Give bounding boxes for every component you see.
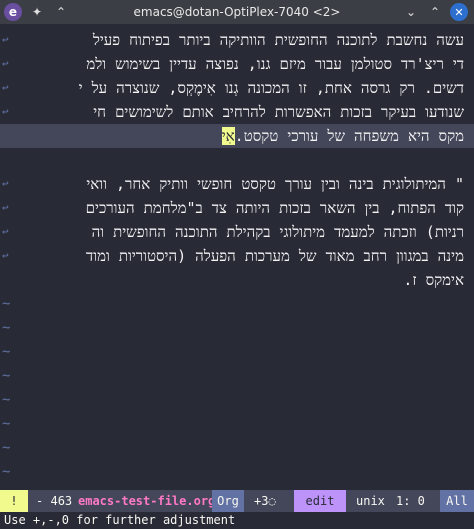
buffer-line: ↩ דשים. רק גרסה אחת, זו המכונה גְנו אִימֶ…: [0, 76, 474, 100]
buffer-size: - 463: [36, 494, 73, 508]
buffer-line: [0, 148, 474, 172]
wrap-indicator-icon: ↩: [2, 249, 9, 262]
buffer-line: ↩ קוד הפתוח, בין השאר בזכות היותה צד ב"מל…: [0, 196, 474, 220]
wrap-indicator-icon: ↩: [2, 57, 9, 70]
cursor-position: 1: 0: [396, 494, 425, 508]
buffer-filename[interactable]: emacs-test-file.org: [78, 490, 215, 512]
empty-line-marker: ~: [2, 392, 11, 408]
wrap-indicator-icon: ↩: [2, 105, 9, 118]
empty-line-marker: ~: [2, 368, 11, 384]
vc-icon: ◌: [268, 494, 276, 508]
buffer-line: ↩ מינה במגוון רחב מאוד של מערכות הפעלה (ה…: [0, 244, 474, 268]
text-editor-area[interactable]: ↩ עשה נחשבת לתוכנה החופשית הוותיקה ביותר …: [0, 24, 474, 490]
close-button[interactable]: ✕: [450, 3, 468, 21]
current-line-text: מקס היא משפחה של עורכי טקסט.: [234, 127, 464, 145]
buffer-line: ↩ די ריצ'רד סטולמן עבור מיזם גנו, נפוצה ע…: [0, 52, 474, 76]
buffer-line: ↩ " המיתולוגית בינה ובין עורך טקסט חופשי …: [0, 172, 474, 196]
buffer-line: ↩ עשה נחשבת לתוכנה החופשית הוותיקה ביותר …: [0, 28, 474, 52]
wrap-indicator-icon: ↩: [2, 81, 9, 94]
buffer-line: ↩ רניות) וזכתה למעמד מיתולוגי בקהילת התוכ…: [0, 220, 474, 244]
empty-line-marker: ~: [2, 296, 11, 312]
echo-area: Use +,-,0 for further adjustment: [0, 512, 474, 529]
vc-status[interactable]: +3◌: [254, 490, 276, 512]
edit-state-badge: edit: [294, 490, 346, 512]
line-ending-indicator[interactable]: unix: [356, 490, 385, 512]
empty-line-marker: ~: [2, 416, 11, 432]
buffer-line: אימקס ז.: [403, 271, 464, 289]
empty-line-marker: ~: [2, 464, 11, 480]
scroll-percent: All: [440, 490, 474, 512]
wrap-indicator-icon: ↩: [2, 225, 9, 238]
wrap-indicator-icon: ↩: [2, 177, 9, 190]
buffer-line: ↩ שנודעו בעיקר בזכות האפשרות להרחיב אותם …: [0, 100, 474, 124]
warning-icon[interactable]: !: [0, 490, 28, 512]
empty-line-marker: ~: [2, 440, 11, 456]
text-cursor: אִי: [221, 127, 235, 145]
minimize-button[interactable]: ⌄: [402, 3, 420, 21]
major-mode[interactable]: Org: [212, 490, 244, 512]
wrap-indicator-icon: ↩: [2, 201, 9, 214]
mode-line: ! - 463 emacs-test-file.org Org +3◌ edit…: [0, 490, 474, 512]
current-line: מקס היא משפחה של עורכי טקסט.אִי: [0, 124, 474, 148]
empty-line-marker: ~: [2, 320, 11, 336]
window-titlebar[interactable]: e ✦ ⌃ emacs@dotan-OptiPlex-7040 <2> ⌄ ⌃ …: [0, 0, 474, 24]
empty-line-marker: ~: [2, 344, 11, 360]
maximize-button[interactable]: ⌃: [426, 3, 444, 21]
wrap-indicator-icon: ↩: [2, 33, 9, 46]
